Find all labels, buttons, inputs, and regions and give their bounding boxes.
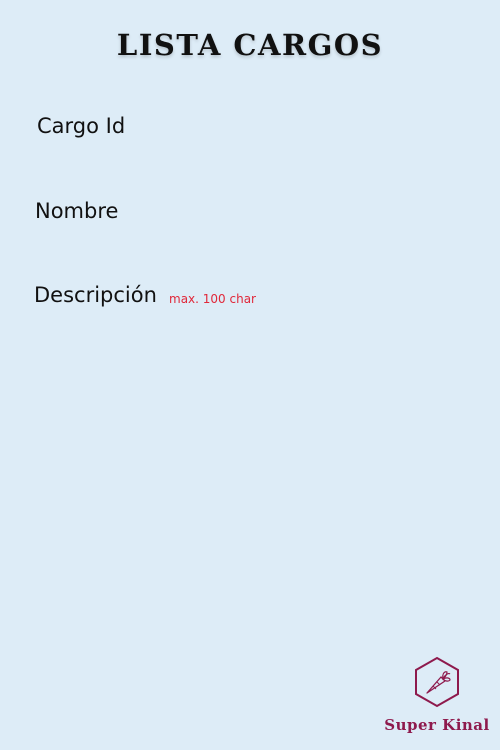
brand-logo: Super Kinal [382, 656, 492, 740]
descripcion-max-length-hint: max. 100 char [169, 292, 256, 306]
carrot-hexagon-icon [415, 656, 459, 708]
descripcion-label: Descripción [34, 283, 157, 307]
brand-name: Super Kinal [384, 716, 490, 734]
page-title: LISTA CARGOS [116, 28, 384, 62]
cargo-id-label: Cargo Id [37, 114, 126, 138]
nombre-label: Nombre [35, 199, 119, 223]
